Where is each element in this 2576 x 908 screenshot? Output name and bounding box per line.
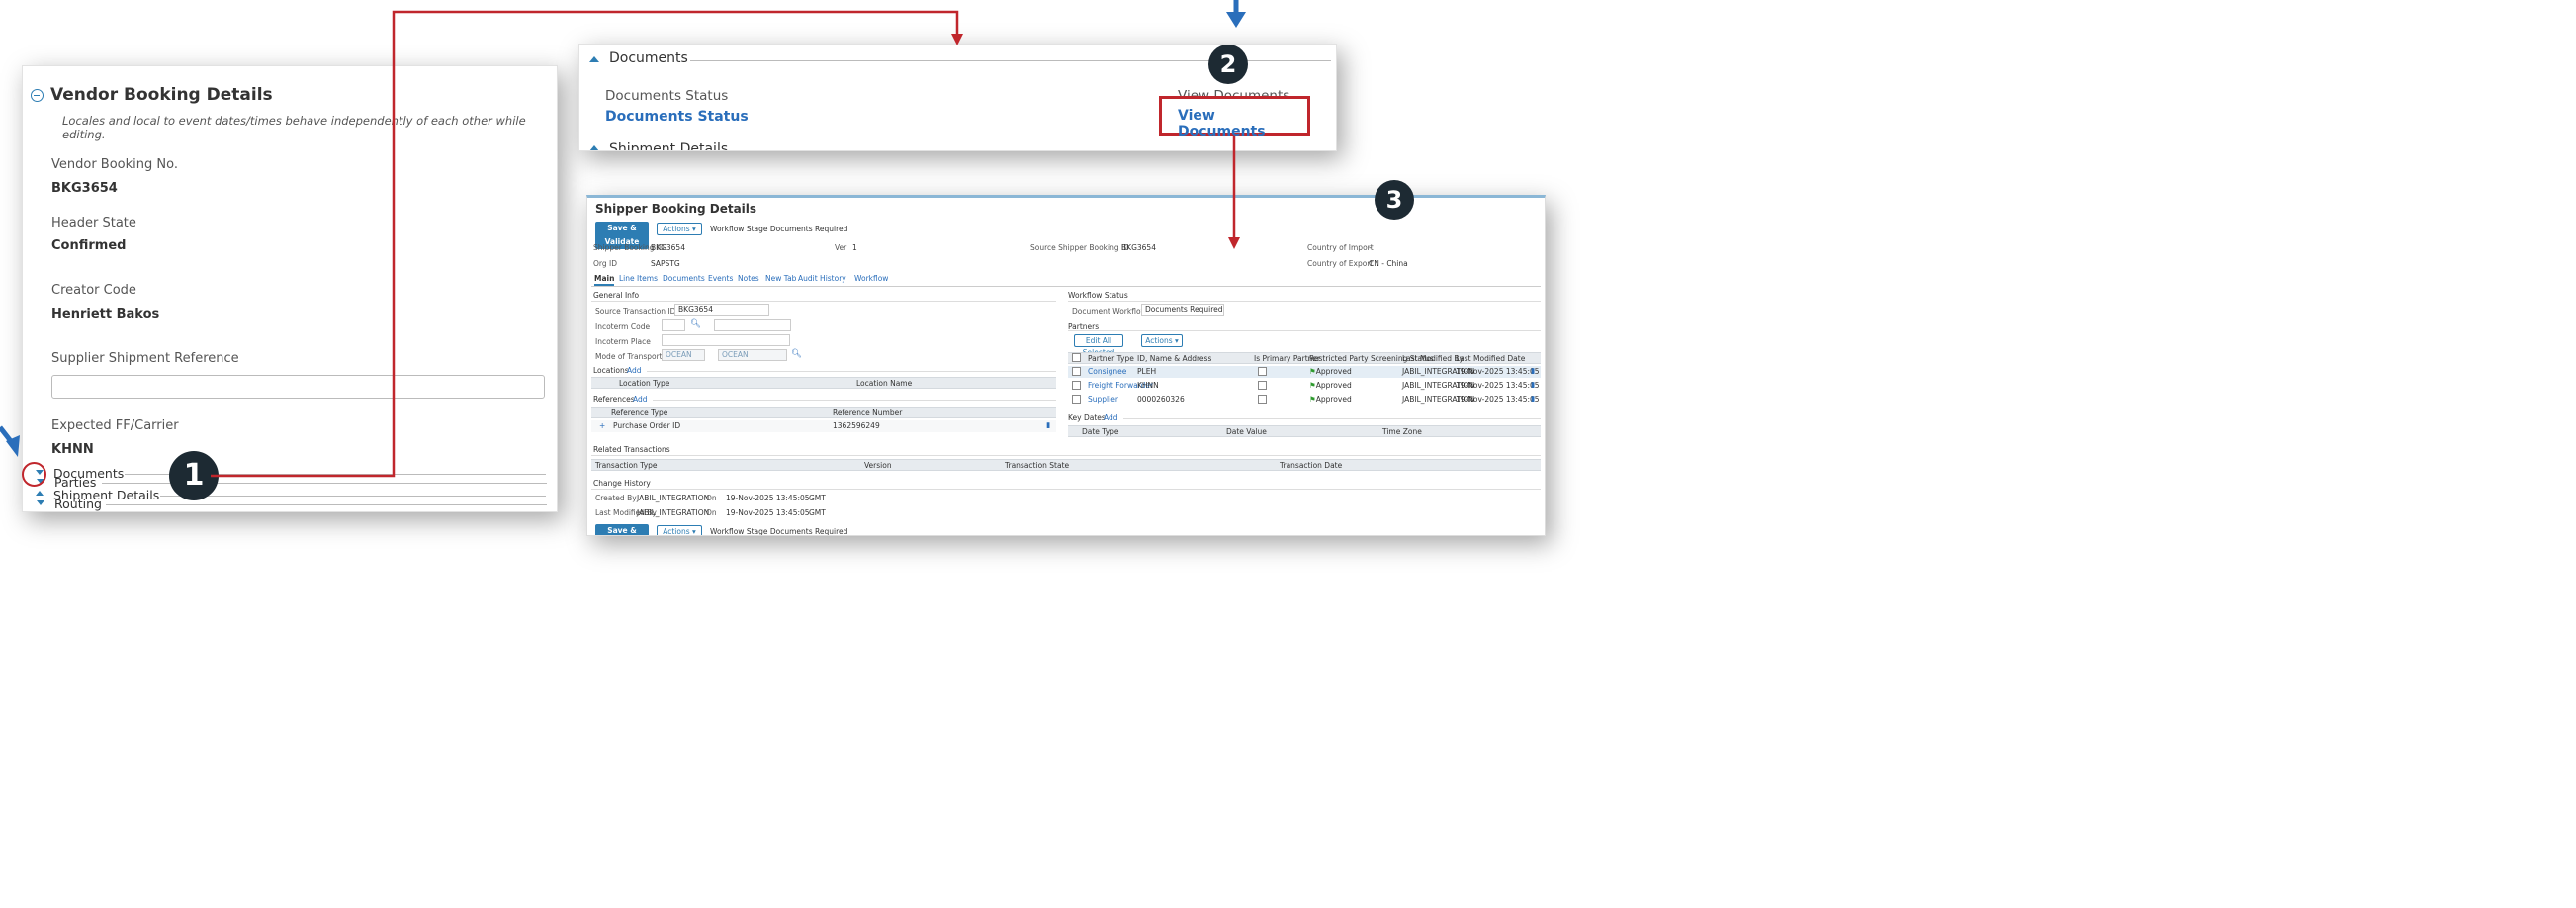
arrowhead-down — [951, 34, 963, 45]
arrowhead-down — [1228, 237, 1240, 249]
connector-1-to-2 — [211, 10, 959, 478]
blue-arrowhead-top — [1226, 12, 1246, 28]
connector-arrows — [0, 0, 1246, 478]
